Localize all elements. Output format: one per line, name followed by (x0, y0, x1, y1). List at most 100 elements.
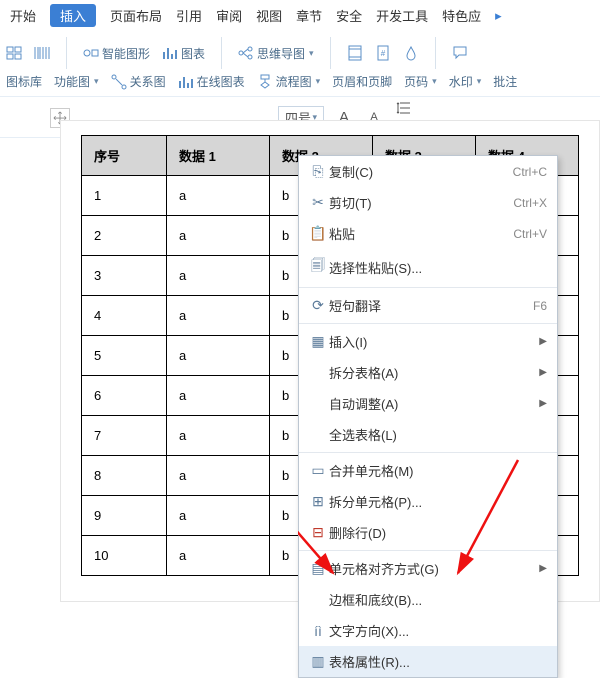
tab-chapter[interactable]: 章节 (296, 6, 322, 25)
paste-special-icon: 🗐 (307, 255, 329, 279)
paste-icon: 📋 (307, 225, 329, 242)
tab-security[interactable]: 安全 (336, 6, 362, 25)
menu-paste[interactable]: 📋 粘贴 Ctrl+V (299, 218, 557, 249)
relation-icon (111, 74, 127, 90)
menu-translate-shortcut: F6 (533, 299, 547, 313)
table-cell[interactable]: 7 (82, 416, 167, 456)
table-cell[interactable]: 4 (82, 296, 167, 336)
insert-icon: ▦ (307, 333, 329, 350)
chart-button[interactable]: 图表 (162, 45, 205, 62)
menu-borders[interactable]: 边框和底纹(B)... (299, 584, 557, 615)
menu-copy-label: 复制(C) (329, 162, 513, 181)
menu-translate-label: 短句翻译 (329, 296, 533, 315)
menu-cut-shortcut: Ctrl+X (513, 196, 547, 210)
table-cell[interactable]: 8 (82, 456, 167, 496)
tab-home[interactable]: 开始 (10, 6, 36, 25)
menu-translate[interactable]: ⟳ 短句翻译 F6 (299, 290, 557, 321)
table-cell[interactable]: a (166, 176, 269, 216)
menu-borders-label: 边框和底纹(B)... (329, 590, 547, 609)
watermark-icon (403, 45, 419, 61)
menu-copy[interactable]: ⎘ 复制(C) Ctrl+C (299, 156, 557, 187)
menu-split-cells[interactable]: ⊞ 拆分单元格(P)... (299, 486, 557, 517)
table-cell[interactable]: 2 (82, 216, 167, 256)
watermark-label[interactable]: 水印▾ (449, 73, 482, 90)
comment-button[interactable] (452, 45, 468, 61)
menu-insert[interactable]: ▦ 插入(I) ▶ (299, 326, 557, 357)
menu-autofit[interactable]: 自动调整(A) ▶ (299, 388, 557, 419)
watermark-button[interactable] (403, 45, 419, 61)
header-footer-icon (347, 45, 363, 61)
tab-view[interactable]: 视图 (256, 6, 282, 25)
table-cell[interactable]: 5 (82, 336, 167, 376)
tab-insert[interactable]: 插入 (50, 4, 96, 27)
menu-select-all[interactable]: 全选表格(L) (299, 419, 557, 450)
split-cell-icon: ⊞ (307, 493, 329, 510)
tab-layout[interactable]: 页面布局 (110, 6, 162, 25)
menu-merge-cells[interactable]: ▭ 合并单元格(M) (299, 455, 557, 486)
tab-more-icon[interactable]: ▸ (495, 8, 502, 24)
page-number-label[interactable]: 页码▾ (404, 73, 437, 90)
barcode-icon (34, 45, 50, 61)
menu-split-table-label: 拆分表格(A) (329, 363, 533, 382)
col-seq[interactable]: 序号 (82, 136, 167, 176)
tab-review[interactable]: 审阅 (216, 6, 242, 25)
comment-label[interactable]: 批注 (493, 73, 517, 90)
table-cell[interactable]: 9 (82, 496, 167, 536)
table-cell[interactable]: 3 (82, 256, 167, 296)
page-number-button[interactable]: # (375, 45, 391, 61)
barcode-button[interactable] (34, 45, 50, 61)
menu-cut[interactable]: ✂ 剪切(T) Ctrl+X (299, 187, 557, 218)
table-cell[interactable]: a (166, 376, 269, 416)
table-cell[interactable]: a (166, 336, 269, 376)
menu-insert-label: 插入(I) (329, 332, 533, 351)
tab-references[interactable]: 引用 (176, 6, 202, 25)
header-footer-button[interactable] (347, 45, 363, 61)
online-chart-button[interactable]: 在线图表 (178, 73, 245, 90)
menu-cell-align[interactable]: ▤ 单元格对齐方式(G) ▶ (299, 553, 557, 584)
table-cell[interactable]: a (166, 456, 269, 496)
table-cell[interactable]: 10 (82, 536, 167, 576)
table-cell[interactable]: 6 (82, 376, 167, 416)
flowchart-icon (257, 74, 273, 90)
icon-library-label[interactable]: 图标库 (6, 73, 42, 90)
table-cell[interactable]: a (166, 256, 269, 296)
icon-library-button[interactable] (6, 45, 22, 61)
flowchart-button[interactable]: 流程图▾ (257, 73, 321, 90)
online-chart-label: 在线图表 (197, 73, 245, 90)
table-cell[interactable]: 1 (82, 176, 167, 216)
svg-text:#: # (380, 49, 385, 58)
menu-split-table[interactable]: 拆分表格(A) ▶ (299, 357, 557, 388)
tab-devtools[interactable]: 开发工具 (376, 6, 428, 25)
menu-paste-shortcut: Ctrl+V (513, 227, 547, 241)
menu-table-props-label: 表格属性(R)... (329, 652, 547, 671)
chart-icon (162, 45, 178, 61)
table-cell[interactable]: a (166, 536, 269, 576)
menu-text-direction[interactable]: íì 文字方向(X)... (299, 615, 557, 646)
text-dir-icon: íì (307, 623, 329, 639)
chart-label: 图表 (181, 45, 205, 62)
col-data1[interactable]: 数据 1 (166, 136, 269, 176)
table-cell[interactable]: a (166, 416, 269, 456)
header-footer-label[interactable]: 页眉和页脚 (332, 73, 392, 90)
menu-delete-row[interactable]: ⊟ 删除行(D) (299, 517, 557, 548)
func-chart-button[interactable]: 功能图▾ (54, 73, 99, 90)
relation-chart-button[interactable]: 关系图 (111, 73, 166, 90)
menu-table-properties[interactable]: ▥ 表格属性(R)... (299, 646, 557, 677)
table-cell[interactable]: a (166, 496, 269, 536)
tab-special[interactable]: 特色应 (442, 6, 481, 25)
smart-icon (83, 45, 99, 61)
table-props-icon: ▥ (307, 653, 329, 670)
comment-icon (452, 45, 468, 61)
table-cell[interactable]: a (166, 216, 269, 256)
menu-copy-shortcut: Ctrl+C (513, 165, 547, 179)
ribbon-tabs: 开始 插入 页面布局 引用 审阅 视图 章节 安全 开发工具 特色应 ▸ (0, 0, 600, 33)
menu-paste-special[interactable]: 🗐 选择性粘贴(S)... (299, 249, 557, 285)
line-spacing-icon (396, 100, 412, 116)
cut-icon: ✂ (307, 194, 329, 211)
menu-autofit-label: 自动调整(A) (329, 394, 533, 413)
smart-graphics-button[interactable]: 智能图形 (83, 45, 150, 62)
copy-icon: ⎘ (307, 163, 329, 180)
table-cell[interactable]: a (166, 296, 269, 336)
mindmap-button[interactable]: 思维导图▾ (238, 45, 314, 62)
menu-cell-align-label: 单元格对齐方式(G) (329, 559, 533, 578)
